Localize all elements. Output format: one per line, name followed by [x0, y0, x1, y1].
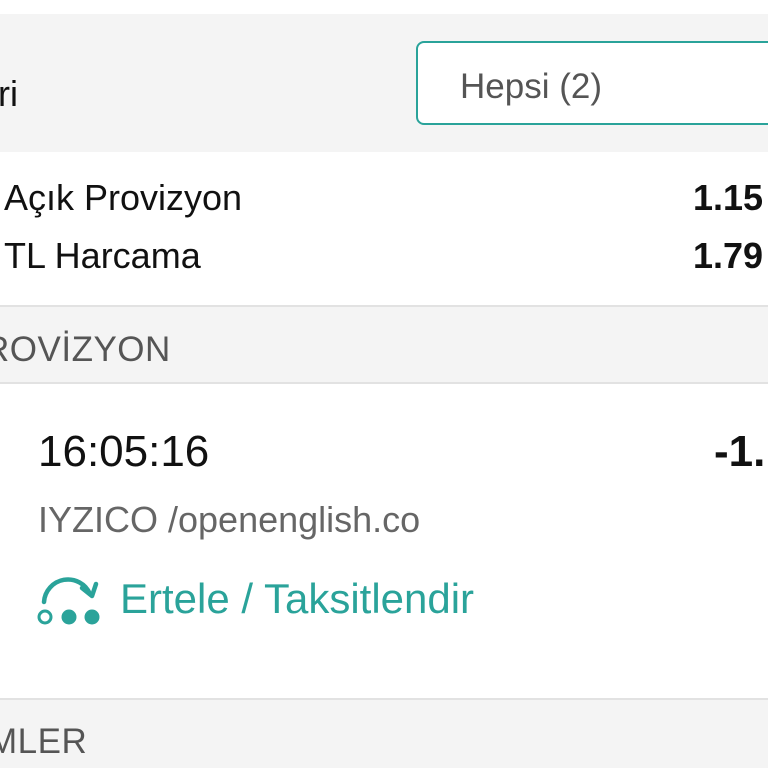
filter-bar: ri Hepsi (2)	[0, 14, 768, 152]
transaction-amount: -1.	[714, 427, 766, 476]
filter-dropdown-value: Hepsi (2)	[460, 67, 602, 106]
section-title: MLER	[0, 722, 88, 761]
filter-label: ri	[0, 73, 18, 114]
top-strip	[0, 0, 768, 14]
section-title: ROVİZYON	[0, 330, 171, 369]
transaction-merchant: IYZICO /openenglish.co	[38, 499, 421, 540]
defer-installment-icon	[37, 577, 100, 625]
summary-label: TL Harcama	[4, 235, 201, 276]
summary-value: 1.15	[693, 177, 764, 218]
transaction-time: 16:05:16	[38, 427, 210, 476]
filter-dropdown[interactable]: Hepsi (2)	[416, 41, 768, 125]
summary-row-open-provision: Açık Provizyon 1.15	[0, 180, 768, 226]
section-header-transactions: MLER	[0, 698, 768, 768]
section-header-provision: ROVİZYON	[0, 307, 768, 384]
summary-panel: Açık Provizyon 1.15 TL Harcama 1.79	[0, 152, 768, 307]
defer-installment-button[interactable]: Ertele / Taksitlendir	[34, 572, 574, 628]
summary-row-tl-spending: TL Harcama 1.79	[0, 238, 768, 284]
defer-installment-label: Ertele / Taksitlendir	[120, 575, 475, 622]
summary-label: Açık Provizyon	[4, 177, 243, 218]
card-details-screen: ri Hepsi (2) Açık Provizyon 1.15 TL Harc…	[0, 0, 768, 768]
transaction-item[interactable]: 16:05:16 -1. IYZICO /openenglish.co Erte…	[0, 384, 768, 698]
summary-value: 1.79	[693, 235, 764, 276]
